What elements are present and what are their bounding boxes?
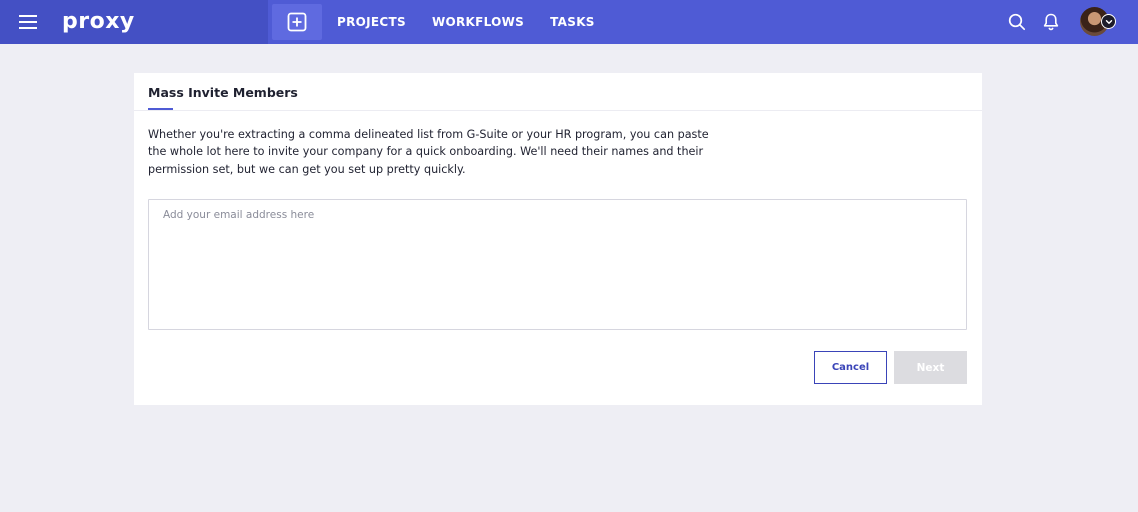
tab-divider — [134, 110, 982, 111]
plus-square-icon — [287, 12, 307, 32]
user-menu[interactable] — [1080, 7, 1118, 37]
avatar-caret — [1101, 14, 1116, 29]
invite-card: Mass Invite Members Whether you're extra… — [134, 73, 982, 405]
logo[interactable]: proxy — [62, 8, 135, 36]
bell-icon — [1043, 13, 1059, 31]
brand-area: proxy — [0, 0, 268, 44]
top-navigation-bar: proxy PROJECTS WORKFLOWS TASKS — [0, 0, 1138, 44]
next-button[interactable]: Next — [894, 351, 967, 384]
nav-workflows[interactable]: WORKFLOWS — [432, 15, 524, 29]
description-text: Whether you're extracting a comma deline… — [148, 128, 709, 176]
notifications-button[interactable] — [1039, 10, 1063, 34]
cancel-button[interactable]: Cancel — [814, 351, 887, 384]
nav-projects[interactable]: PROJECTS — [337, 15, 406, 29]
search-icon — [1008, 13, 1026, 31]
main-nav: PROJECTS WORKFLOWS TASKS — [337, 0, 621, 44]
search-button[interactable] — [1005, 10, 1029, 34]
nav-tasks[interactable]: TASKS — [550, 15, 595, 29]
menu-button[interactable] — [12, 8, 44, 36]
hamburger-menu-icon — [19, 15, 37, 29]
chevron-down-icon — [1105, 19, 1112, 24]
add-button[interactable] — [272, 4, 322, 40]
tab-mass-invite-members[interactable]: Mass Invite Members — [148, 85, 298, 100]
email-input[interactable] — [148, 199, 967, 330]
